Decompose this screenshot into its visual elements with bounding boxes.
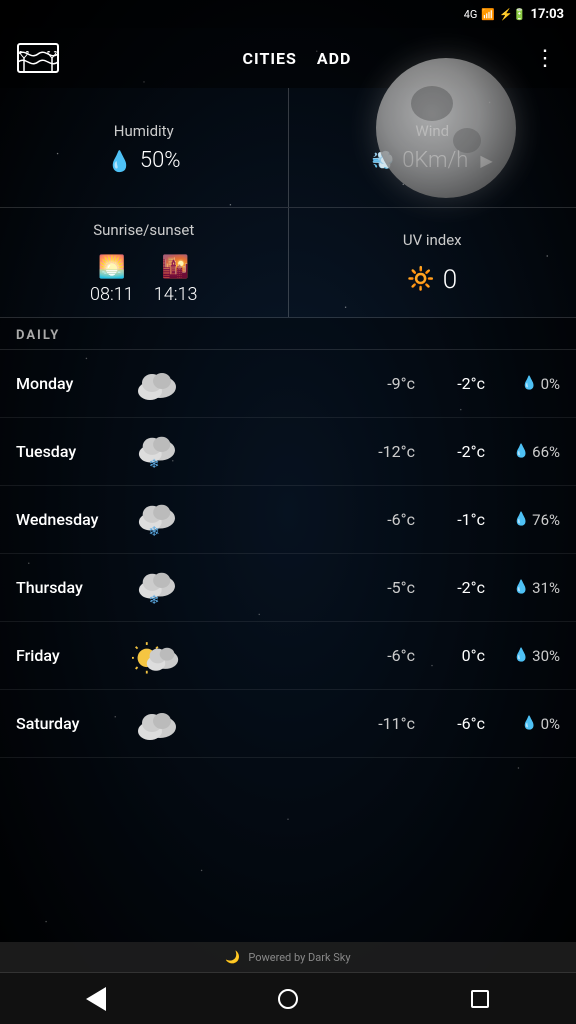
humidity-value: 50% [140, 148, 181, 173]
svg-text:❄: ❄ [149, 594, 159, 607]
precip-saturday: 💧 0% [505, 715, 560, 733]
temp-high-friday: 0°c [435, 646, 485, 665]
svg-text:❄: ❄ [149, 458, 159, 471]
recent-apps-icon [471, 990, 489, 1008]
home-button[interactable] [263, 974, 313, 1024]
day-name-wednesday: Wednesday [16, 510, 126, 529]
dark-sky-icon: 🌙 [225, 950, 240, 964]
day-name-friday: Friday [16, 646, 126, 665]
sunrise-panel: Sunrise/sunset 🌅 08:11 🌇 14:13 [0, 208, 289, 317]
precip-monday: 💧 0% [505, 375, 560, 393]
precip-drop-icon: 💧 [521, 716, 537, 731]
home-circle-icon [278, 989, 298, 1009]
day-name-tuesday: Tuesday [16, 442, 126, 461]
table-row: Monday -9°c -2°c 💧 0% [0, 350, 576, 418]
temp-low-thursday: -5°c [355, 578, 415, 597]
temp-high-monday: -2°c [435, 374, 485, 393]
sunrise-icon: 🌅 [98, 255, 125, 280]
day-icon-friday [126, 637, 186, 675]
app-footer: 🌙 Powered by Dark Sky [0, 942, 576, 972]
sunrise-uv-section: Sunrise/sunset 🌅 08:11 🌇 14:13 UV index … [0, 208, 576, 318]
app-logo[interactable] [16, 38, 64, 78]
table-row: Thursday ❄ -5°c -2°c 💧 31% [0, 554, 576, 622]
humidity-label: Humidity [114, 122, 174, 140]
temp-low-saturday: -11°c [355, 714, 415, 733]
humidity-panel: Humidity 💧 50% [0, 88, 289, 207]
uv-sun-icon: 🔆 [407, 267, 434, 292]
day-icon-thursday: ❄ [126, 569, 186, 607]
temp-low-wednesday: -6°c [355, 510, 415, 529]
sunrise-time-value: 08:11 [90, 284, 134, 305]
daily-section-label: DAILY [0, 318, 576, 350]
table-row: Friday [0, 622, 576, 690]
precip-drop-icon: 💧 [513, 648, 529, 663]
clock: 17:03 [531, 7, 565, 22]
cities-button[interactable]: CITIES [243, 49, 297, 68]
precip-pct-value: 76% [532, 511, 560, 529]
day-icon-tuesday: ❄ [126, 433, 186, 471]
temp-high-tuesday: -2°c [435, 442, 485, 461]
uv-label: UV index [403, 231, 462, 249]
table-row: Wednesday ❄ -6°c -1°c 💧 76% [0, 486, 576, 554]
precip-pct-value: 30% [532, 647, 560, 665]
precip-wednesday: 💧 76% [505, 511, 560, 529]
day-name-monday: Monday [16, 374, 126, 393]
precip-drop-icon: 💧 [521, 376, 537, 391]
precip-pct-value: 0% [541, 375, 560, 393]
more-menu-button[interactable]: ⋮ [530, 42, 560, 75]
back-button[interactable] [71, 974, 121, 1024]
sunset-time-value: 14:13 [154, 284, 198, 305]
signal-icon: 📶 [481, 8, 495, 21]
precip-pct-value: 66% [532, 443, 560, 461]
precip-thursday: 💧 31% [505, 579, 560, 597]
temp-high-wednesday: -1°c [435, 510, 485, 529]
day-icon-wednesday: ❄ [126, 501, 186, 539]
temp-low-tuesday: -12°c [355, 442, 415, 461]
table-row: Tuesday ❄ -12°c -2°c 💧 66% [0, 418, 576, 486]
precip-drop-icon: 💧 [513, 580, 529, 595]
header-navigation: CITIES ADD [243, 49, 352, 68]
temp-high-saturday: -6°c [435, 714, 485, 733]
sunrise-label: Sunrise/sunset [93, 221, 194, 239]
moon-graphic [376, 58, 516, 198]
navigation-bar [0, 972, 576, 1024]
temp-low-friday: -6°c [355, 646, 415, 665]
uv-panel: UV index 🔆 0 [289, 208, 576, 317]
precip-drop-icon: 💧 [513, 444, 529, 459]
day-icon-monday [126, 365, 186, 403]
uv-value: 0 [443, 265, 457, 295]
precip-drop-icon: 💧 [513, 512, 529, 527]
daily-forecast-section: DAILY Monday -9°c -2°c 💧 0% [0, 318, 576, 942]
status-bar: 4G 📶 ⚡🔋 17:03 [0, 0, 576, 28]
temp-high-thursday: -2°c [435, 578, 485, 597]
humidity-drop-icon: 💧 [107, 149, 132, 173]
svg-text:❄: ❄ [149, 525, 160, 539]
battery-icon: ⚡🔋 [499, 8, 526, 21]
sunset-icon: 🌇 [162, 255, 189, 280]
day-icon-saturday [126, 705, 186, 743]
powered-by-label: Powered by Dark Sky [248, 951, 350, 964]
sunset-time-item: 🌇 14:13 [154, 255, 198, 305]
back-arrow-icon [86, 987, 106, 1011]
day-name-saturday: Saturday [16, 714, 126, 733]
precip-pct-value: 31% [532, 579, 560, 597]
sunrise-time-item: 🌅 08:11 [90, 255, 134, 305]
humidity-wind-section: Humidity 💧 50% Wind 💨 0Km/h ▶ [0, 88, 576, 208]
precip-pct-value: 0% [541, 715, 560, 733]
network-indicator: 4G [464, 8, 478, 21]
precip-friday: 💧 30% [505, 647, 560, 665]
day-name-thursday: Thursday [16, 578, 126, 597]
precip-tuesday: 💧 66% [505, 443, 560, 461]
temp-low-monday: -9°c [355, 374, 415, 393]
add-button[interactable]: ADD [317, 49, 352, 68]
table-row: Saturday -11°c -6°c 💧 0% [0, 690, 576, 758]
recent-apps-button[interactable] [455, 974, 505, 1024]
